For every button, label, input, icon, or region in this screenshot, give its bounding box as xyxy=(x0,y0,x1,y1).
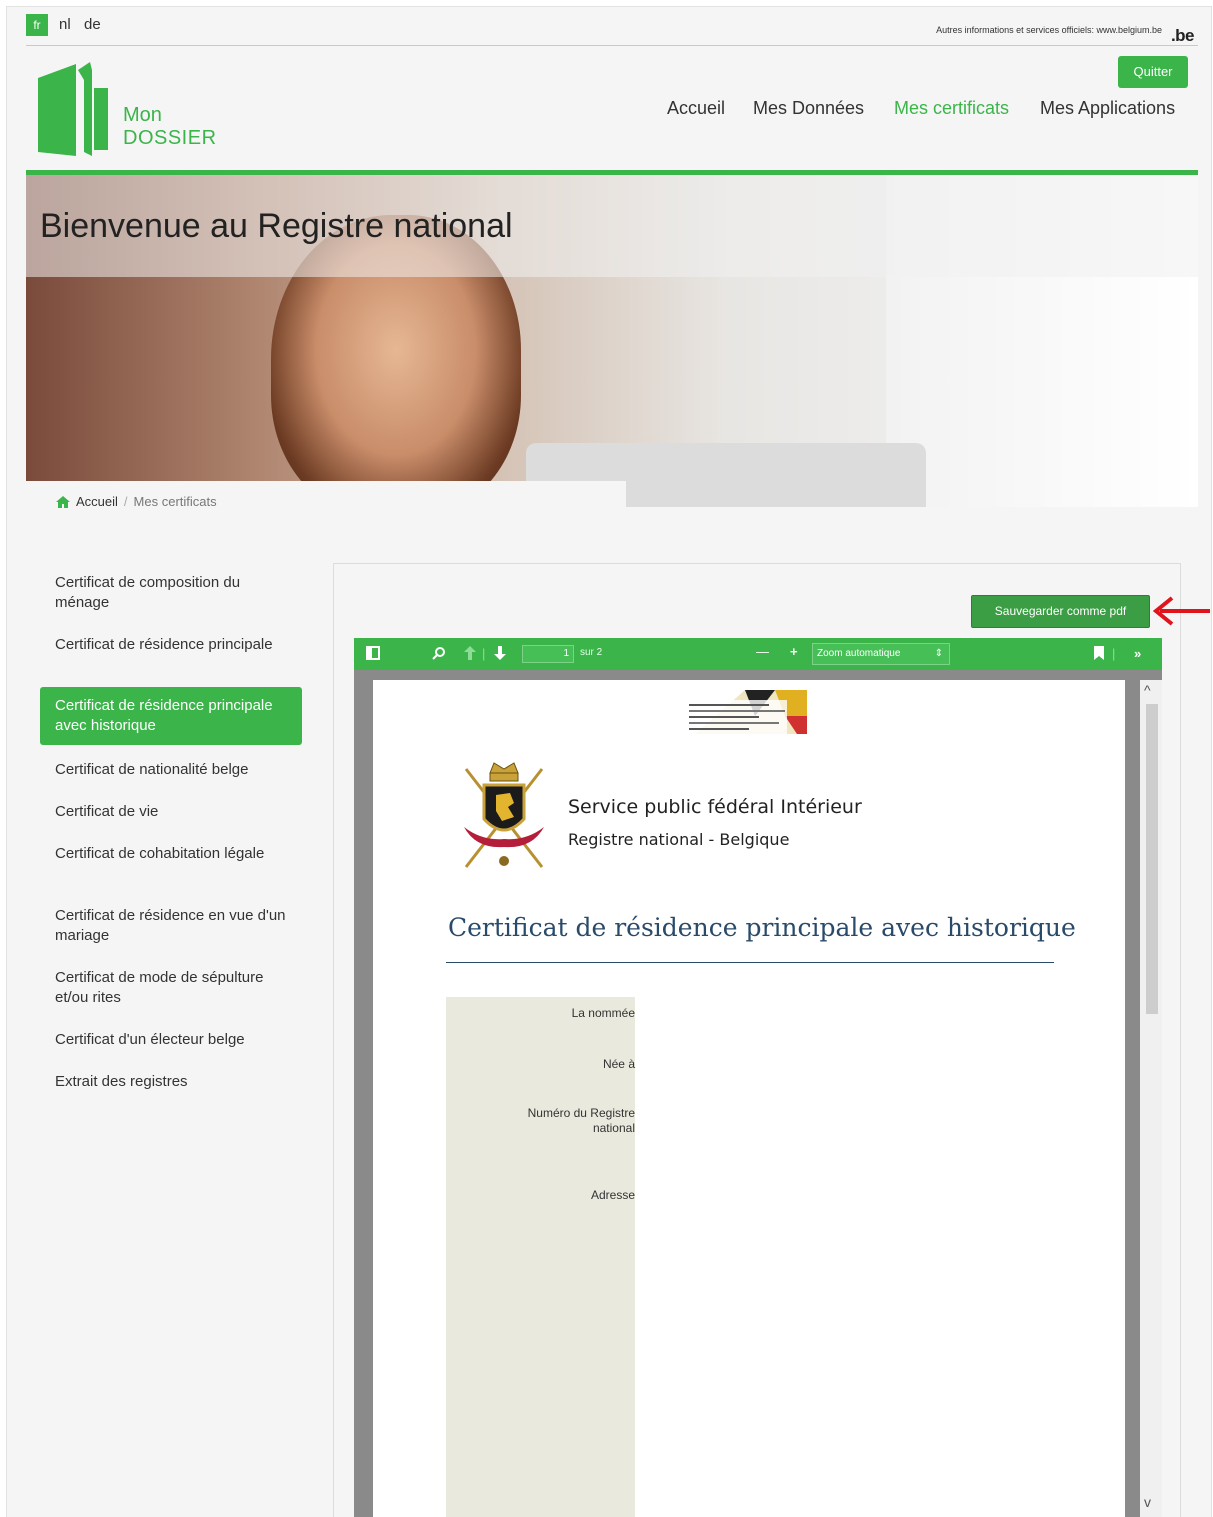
field-label-adresse: Adresse xyxy=(590,1188,635,1202)
pdf-scrollbar-thumb[interactable] xyxy=(1146,704,1158,1014)
save-as-pdf-button[interactable]: Sauvegarder comme pdf xyxy=(971,595,1150,628)
sidebar-item-residence-historique[interactable]: Certificat de résidence principale avec … xyxy=(40,687,302,745)
sidebar-item-composition-menage[interactable]: Certificat de composition du ménage xyxy=(40,573,302,613)
official-info-link[interactable]: Autres informations et services officiel… xyxy=(936,25,1162,35)
hero-banner: Bienvenue au Registre national xyxy=(26,175,1198,507)
logo-text-mon: Mon xyxy=(123,104,162,126)
bookmark-icon[interactable] xyxy=(1094,646,1104,660)
search-icon[interactable] xyxy=(432,646,446,660)
nav-mes-certificats[interactable]: Mes certificats xyxy=(894,98,1009,119)
zoom-select[interactable]: Zoom automatique ⇕ xyxy=(812,643,950,665)
sidebar-item-residence-principale[interactable]: Certificat de résidence principale xyxy=(40,635,302,655)
zoom-out-button[interactable]: — xyxy=(756,644,769,660)
document-barcode-stamp xyxy=(687,690,807,734)
breadcrumb-separator: / xyxy=(123,494,128,509)
sidebar-item-electeur[interactable]: Certificat d'un électeur belge xyxy=(40,1030,302,1050)
red-arrow-icon xyxy=(1152,596,1210,626)
lang-fr[interactable]: fr xyxy=(26,14,48,36)
document-title-rule xyxy=(446,962,1054,963)
logo-text-dossier: DOSSIER xyxy=(123,127,217,149)
nav-mes-applications[interactable]: Mes Applications xyxy=(1040,98,1175,119)
document-subtitle: Registre national - Belgique xyxy=(568,830,790,849)
sidebar-item-mariage[interactable]: Certificat de résidence en vue d'un mari… xyxy=(40,906,302,946)
field-label-nee-a: Née à xyxy=(602,1057,635,1071)
page-number-input[interactable]: 1 xyxy=(522,645,574,663)
sidebar-item-extrait[interactable]: Extrait des registres xyxy=(40,1072,302,1092)
quit-button[interactable]: Quitter xyxy=(1118,56,1188,88)
page-count: sur 2 xyxy=(580,647,603,658)
field-label-column xyxy=(446,997,635,1517)
nav-mes-donnees[interactable]: Mes Données xyxy=(753,98,864,119)
belgian-coat-of-arms-icon xyxy=(464,762,544,868)
zoom-select-value: Zoom automatique xyxy=(817,648,901,659)
sidebar-item-nationalite[interactable]: Certificat de nationalité belge xyxy=(40,760,302,780)
document-title: Certificat de résidence principale avec … xyxy=(448,913,1076,942)
nav-accueil[interactable]: Accueil xyxy=(667,98,725,119)
field-label-nommee: La nommée xyxy=(571,1006,635,1020)
scroll-down-icon[interactable]: v xyxy=(1144,1494,1151,1510)
sidebar-item-cohabitation[interactable]: Certificat de cohabitation légale xyxy=(40,844,302,864)
sidebar-item-sepulture[interactable]: Certificat de mode de sépulture et/ou ri… xyxy=(40,968,302,1008)
pdf-toolbar: | 1 sur 2 — + Zoom automatique ⇕ | » xyxy=(354,638,1162,670)
document-organization: Service public fédéral Intérieur xyxy=(568,796,862,818)
logo-door-icon xyxy=(38,62,108,156)
language-bar: fr nl de Autres informations et services… xyxy=(26,14,1198,46)
sidebar-toggle-icon[interactable] xyxy=(366,646,380,660)
sidebar-item-vie[interactable]: Certificat de vie xyxy=(40,802,302,822)
zoom-in-button[interactable]: + xyxy=(790,644,798,660)
lang-nl[interactable]: nl xyxy=(59,16,71,33)
scroll-up-icon[interactable]: ^ xyxy=(1144,682,1151,698)
breadcrumb-home[interactable]: Accueil xyxy=(76,494,118,509)
home-icon[interactable] xyxy=(56,495,70,508)
breadcrumb: Accueil / Mes certificats xyxy=(56,494,217,509)
mon-dossier-logo[interactable]: Mon DOSSIER xyxy=(38,60,228,160)
breadcrumb-current: Mes certificats xyxy=(133,494,217,509)
field-label-numero-registre: Numéro du Registre national xyxy=(527,1106,635,1135)
hero-title: Bienvenue au Registre national xyxy=(40,207,513,245)
previous-page-icon[interactable] xyxy=(464,646,476,660)
toolbar-separator-2: | xyxy=(1112,646,1116,661)
be-logo[interactable]: .be xyxy=(1171,26,1195,46)
next-page-icon[interactable] xyxy=(494,646,506,660)
tools-menu-icon[interactable]: » xyxy=(1134,646,1141,662)
lang-de[interactable]: de xyxy=(84,16,101,33)
chevron-updown-icon: ⇕ xyxy=(934,648,943,659)
toolbar-separator: | xyxy=(482,646,486,661)
